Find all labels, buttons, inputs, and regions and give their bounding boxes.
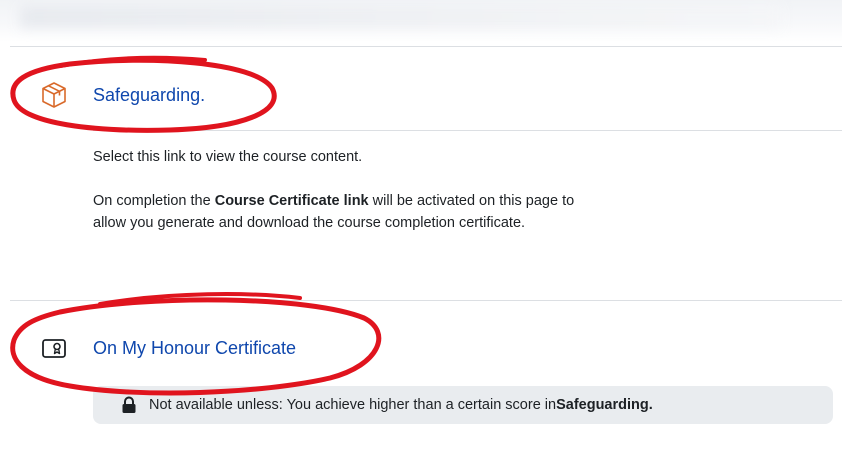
description-line-3: allow you generate and download the cour… — [93, 215, 526, 231]
blurred-header — [0, 0, 842, 42]
description-line-2: On completion the Course Certificate lin… — [93, 193, 575, 209]
activity-divider — [93, 130, 842, 131]
activity-description: Select this link to view the course cont… — [93, 146, 793, 234]
section-divider-middle — [10, 300, 842, 301]
description-line-1: Select this link to view the course cont… — [93, 149, 363, 165]
restriction-activity-name: Safeguarding. — [556, 397, 653, 413]
restriction-text: Not available unless: You achieve higher… — [149, 397, 557, 413]
lock-icon — [121, 396, 137, 414]
annotation-ellipse-safeguarding-tail — [58, 55, 207, 68]
activity-safeguarding[interactable]: Safeguarding. — [37, 78, 205, 112]
activity-link-safeguarding[interactable]: Safeguarding. — [93, 85, 205, 106]
activity-link-certificate[interactable]: On My Honour Certificate — [93, 338, 296, 359]
course-certificate-link-text: Course Certificate link — [214, 193, 369, 209]
restriction-notice: Not available unless: You achieve higher… — [93, 386, 833, 424]
course-page: Safeguarding. Select this link to view t… — [0, 0, 842, 458]
activity-certificate[interactable]: On My Honour Certificate — [37, 331, 296, 365]
package-box-icon — [37, 78, 71, 112]
section-divider-top — [10, 46, 842, 47]
certificate-icon — [37, 331, 71, 365]
